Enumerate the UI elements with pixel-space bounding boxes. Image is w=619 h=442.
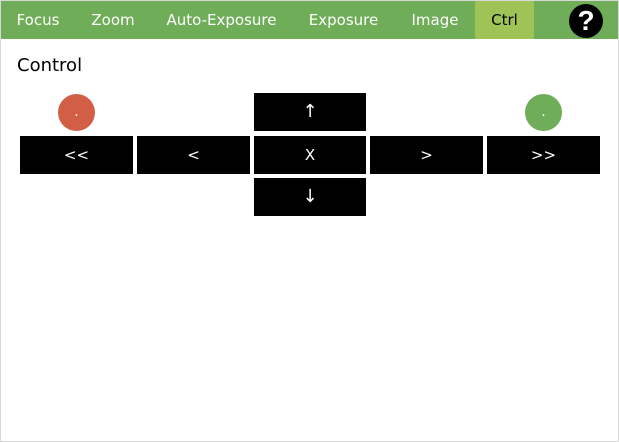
- tab-focus[interactable]: Focus: [1, 1, 75, 39]
- stop-button[interactable]: X: [254, 136, 366, 174]
- tab-exposure[interactable]: Exposure: [292, 1, 395, 39]
- move-up-button[interactable]: ↑: [254, 93, 366, 131]
- top-navbar: Focus Zoom Auto-Exposure Exposure Image …: [1, 1, 618, 39]
- tab-image[interactable]: Image: [395, 1, 475, 39]
- move-down-button[interactable]: ↓: [254, 178, 366, 216]
- tab-ctrl[interactable]: Ctrl: [475, 1, 534, 39]
- left-status-indicator: .: [58, 94, 95, 131]
- right-button[interactable]: >: [370, 136, 483, 174]
- app-frame: Focus Zoom Auto-Exposure Exposure Image …: [0, 0, 619, 442]
- help-icon[interactable]: ?: [569, 4, 603, 38]
- tab-auto-exposure[interactable]: Auto-Exposure: [151, 1, 292, 39]
- section-title: Control: [17, 55, 83, 76]
- tab-zoom[interactable]: Zoom: [75, 1, 151, 39]
- left-button[interactable]: <: [137, 136, 250, 174]
- fast-right-button[interactable]: >>: [487, 136, 600, 174]
- fast-left-button[interactable]: <<: [20, 136, 133, 174]
- right-status-indicator: .: [525, 94, 562, 131]
